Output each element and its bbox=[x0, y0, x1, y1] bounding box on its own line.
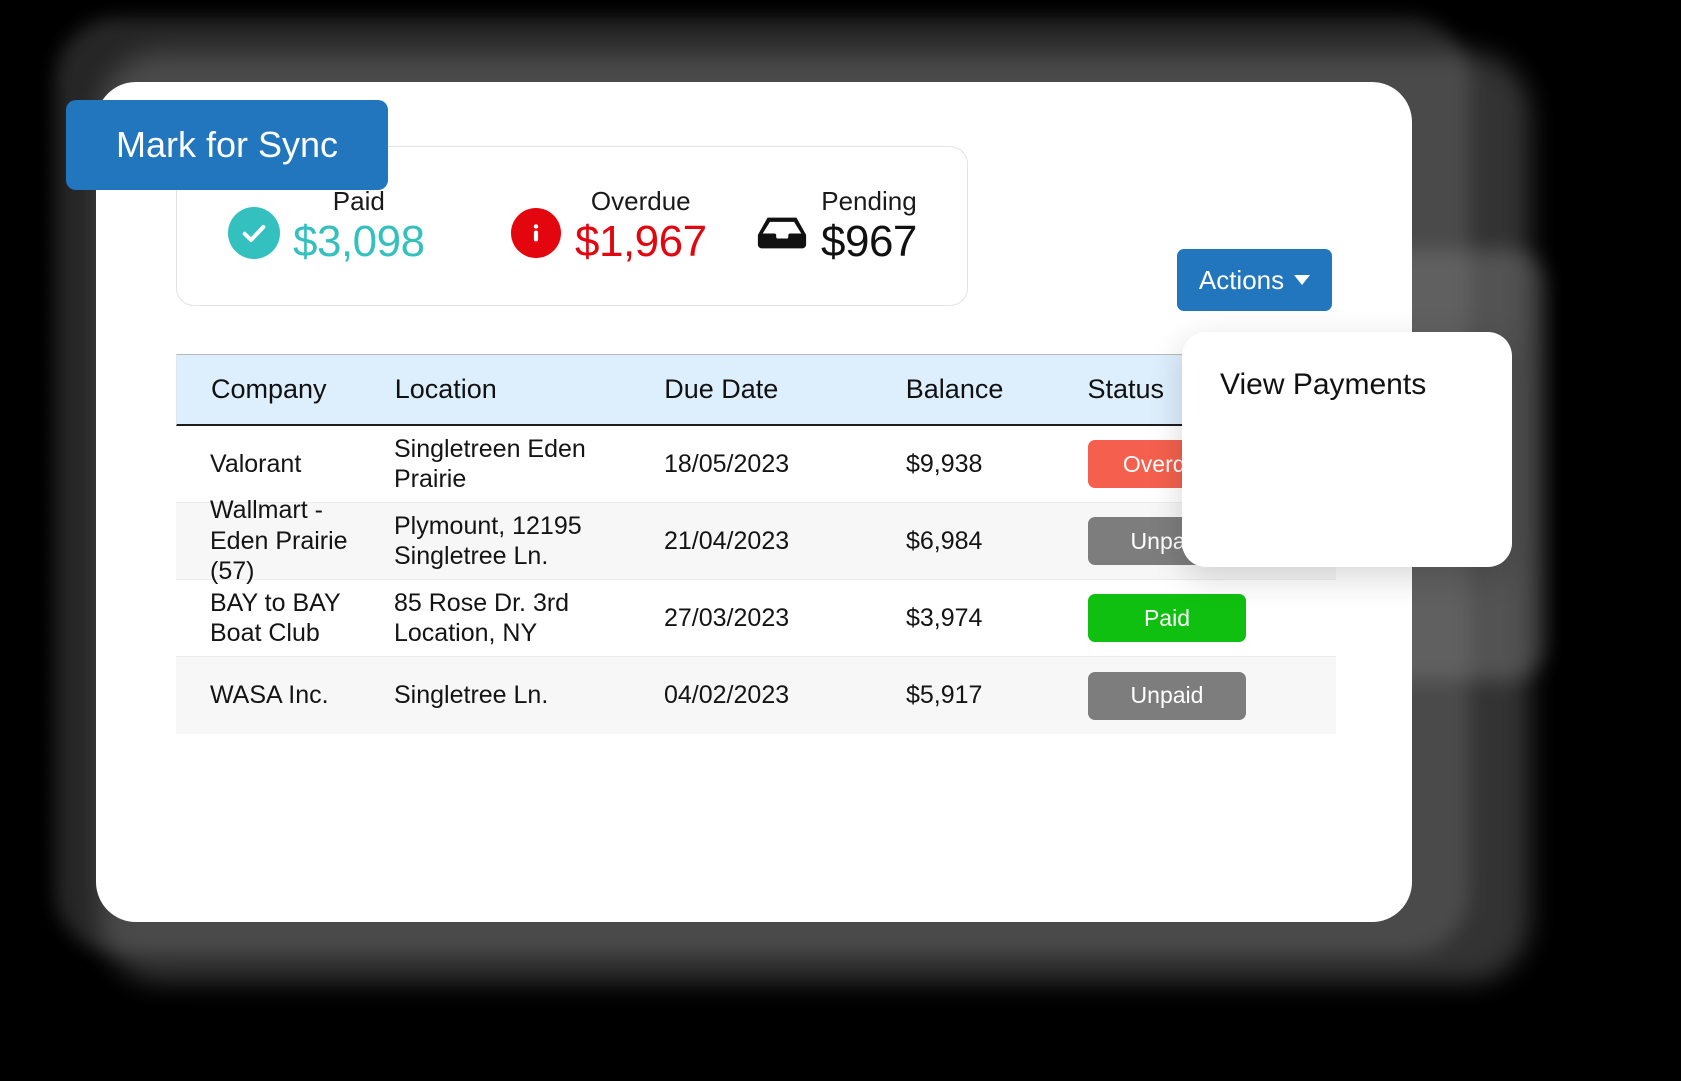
table-header-row: Company Location Due Date Balance Status bbox=[176, 354, 1336, 426]
table-row[interactable]: Wallmart - Eden Prairie (57) Plymount, 1… bbox=[176, 496, 1336, 585]
table-row[interactable]: Valorant Singletreen Eden Prairie 18/05/… bbox=[176, 426, 1336, 503]
column-header-company: Company bbox=[211, 374, 327, 405]
column-header-due-date: Due Date bbox=[664, 374, 779, 405]
summary-stat-paid: Paid $3,098 bbox=[227, 188, 425, 264]
table-row[interactable]: BAY to BAY Boat Club 85 Rose Dr. 3rd Loc… bbox=[176, 580, 1336, 657]
cell-due-date: 27/03/2023 bbox=[664, 603, 790, 632]
cell-company: Wallmart - Eden Prairie (57) bbox=[210, 496, 348, 586]
info-circle-icon bbox=[509, 206, 563, 260]
status-badge: Paid bbox=[1088, 594, 1246, 642]
summary-value-paid: $3,098 bbox=[293, 217, 425, 266]
cell-location: Plymount, 12195 Singletree Ln. bbox=[394, 511, 582, 571]
cell-balance: $3,974 bbox=[906, 603, 983, 632]
invoices-table: Company Location Due Date Balance Status… bbox=[176, 354, 1336, 734]
cell-balance: $6,984 bbox=[906, 526, 983, 555]
status-badge: Unpaid bbox=[1088, 671, 1246, 720]
actions-dropdown-menu: View Payments bbox=[1182, 332, 1512, 567]
summary-stat-overdue: Overdue $1,967 bbox=[509, 188, 707, 264]
actions-button[interactable]: Actions bbox=[1177, 249, 1332, 311]
summary-label-paid: Paid bbox=[332, 186, 385, 216]
cell-due-date: 21/04/2023 bbox=[664, 526, 790, 555]
summary-value-pending: $967 bbox=[821, 217, 917, 266]
cell-status: Paid bbox=[1088, 594, 1336, 642]
cell-due-date: 04/02/2023 bbox=[664, 681, 790, 710]
cell-location: 85 Rose Dr. 3rd Location, NY bbox=[394, 588, 570, 648]
column-header-balance: Balance bbox=[905, 374, 1004, 405]
page-background: Paid $3,098 Overdue $1,967 Pending $967 … bbox=[0, 0, 1681, 1081]
check-circle-icon bbox=[227, 206, 281, 260]
actions-button-label: Actions bbox=[1198, 264, 1285, 295]
cell-company: Valorant bbox=[210, 449, 302, 478]
inbox-tray-icon bbox=[755, 206, 809, 260]
summary-label-overdue: Overdue bbox=[590, 186, 691, 216]
menu-item-mark-for-sync[interactable]: Mark for Sync bbox=[66, 100, 388, 190]
summary-label-pending: Pending bbox=[821, 186, 917, 216]
cell-due-date: 18/05/2023 bbox=[664, 449, 790, 478]
cell-balance: $5,917 bbox=[906, 681, 983, 710]
summary-value-overdue: $1,967 bbox=[575, 217, 707, 266]
cell-balance: $9,938 bbox=[906, 449, 983, 478]
table-row[interactable]: WASA Inc. Singletree Ln. 04/02/2023 $5,9… bbox=[176, 657, 1336, 734]
cell-location: Singletreen Eden Prairie bbox=[394, 434, 586, 494]
chevron-down-icon bbox=[1294, 275, 1311, 285]
cell-location: Singletree Ln. bbox=[394, 681, 549, 710]
column-header-location: Location bbox=[394, 374, 497, 405]
cell-company: BAY to BAY Boat Club bbox=[210, 588, 341, 648]
cell-status: Unpaid bbox=[1088, 671, 1336, 720]
cell-company: WASA Inc. bbox=[210, 681, 329, 710]
menu-item-view-payments[interactable]: View Payments bbox=[1220, 368, 1426, 402]
summary-stat-pending: Pending $967 bbox=[755, 188, 917, 264]
